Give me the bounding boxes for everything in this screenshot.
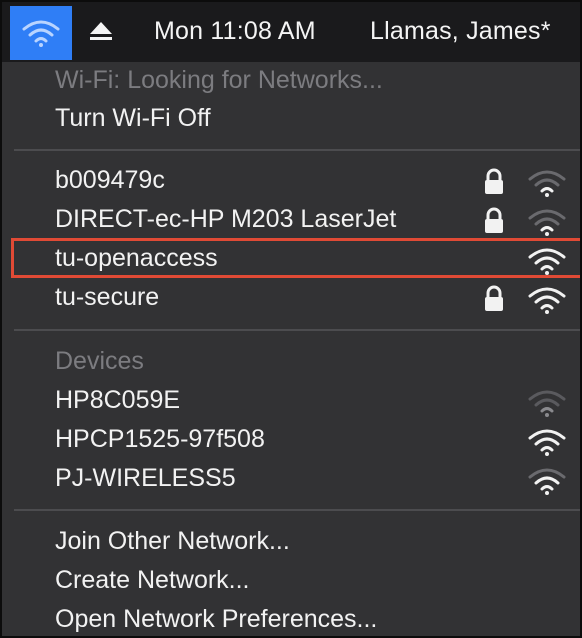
network-name: DIRECT-ec-HP M203 LaserJet xyxy=(55,205,397,233)
highlight-box xyxy=(11,238,580,278)
create-network-label: Create Network... xyxy=(55,566,250,594)
wifi-signal-icon xyxy=(528,429,566,456)
open-network-preferences-label: Open Network Preferences... xyxy=(55,605,378,633)
network-item[interactable]: tu-secure xyxy=(2,279,580,317)
device-item[interactable]: PJ-WIRELESS5 xyxy=(2,460,580,498)
wifi-signal-icon xyxy=(528,209,566,236)
devices-header-label: Devices xyxy=(55,347,144,375)
device-item[interactable]: HP8C059E xyxy=(2,382,580,420)
lock-icon xyxy=(485,168,503,194)
menu-bar-user[interactable]: Llamas, James* xyxy=(370,17,551,46)
separator xyxy=(14,149,580,151)
wifi-status-label: Wi-Fi: Looking for Networks... xyxy=(55,66,383,94)
device-name: HPCP1525-97f508 xyxy=(55,425,265,453)
join-other-network-item[interactable]: Join Other Network... xyxy=(2,523,580,561)
menu-bar: Mon 11:08 AM Llamas, James* xyxy=(2,2,580,62)
network-item[interactable]: b009479c xyxy=(2,162,580,200)
network-name: tu-secure xyxy=(55,283,160,311)
separator xyxy=(14,509,580,511)
eject-icon[interactable] xyxy=(88,20,114,42)
open-network-preferences-item[interactable]: Open Network Preferences... xyxy=(2,601,580,636)
create-network-item[interactable]: Create Network... xyxy=(2,562,580,600)
wifi-signal-icon xyxy=(528,390,566,417)
devices-header: Devices xyxy=(2,343,580,381)
wifi-icon xyxy=(22,20,60,47)
wifi-signal-icon xyxy=(528,468,566,495)
device-name: PJ-WIRELESS5 xyxy=(55,464,236,492)
separator xyxy=(14,329,580,331)
menu-bar-clock[interactable]: Mon 11:08 AM xyxy=(154,17,316,46)
network-item[interactable]: DIRECT-ec-HP M203 LaserJet xyxy=(2,201,580,239)
lock-icon xyxy=(485,285,503,311)
device-item[interactable]: HPCP1525-97f508 xyxy=(2,421,580,459)
wifi-menu-screenshot: Mon 11:08 AM Llamas, James* Wi-Fi: Looki… xyxy=(0,0,582,638)
wifi-dropdown-menu: Wi-Fi: Looking for Networks... Turn Wi-F… xyxy=(2,62,580,636)
wifi-signal-icon xyxy=(528,170,566,197)
turn-wifi-off-item[interactable]: Turn Wi-Fi Off xyxy=(2,100,580,138)
lock-icon xyxy=(485,207,503,233)
wifi-status: Wi-Fi: Looking for Networks... xyxy=(2,62,580,100)
join-other-network-label: Join Other Network... xyxy=(55,527,290,555)
network-name: b009479c xyxy=(55,166,165,194)
turn-wifi-off-label: Turn Wi-Fi Off xyxy=(55,104,211,132)
wifi-menu-button[interactable] xyxy=(10,6,72,60)
device-name: HP8C059E xyxy=(55,386,181,414)
wifi-signal-icon xyxy=(528,287,566,314)
